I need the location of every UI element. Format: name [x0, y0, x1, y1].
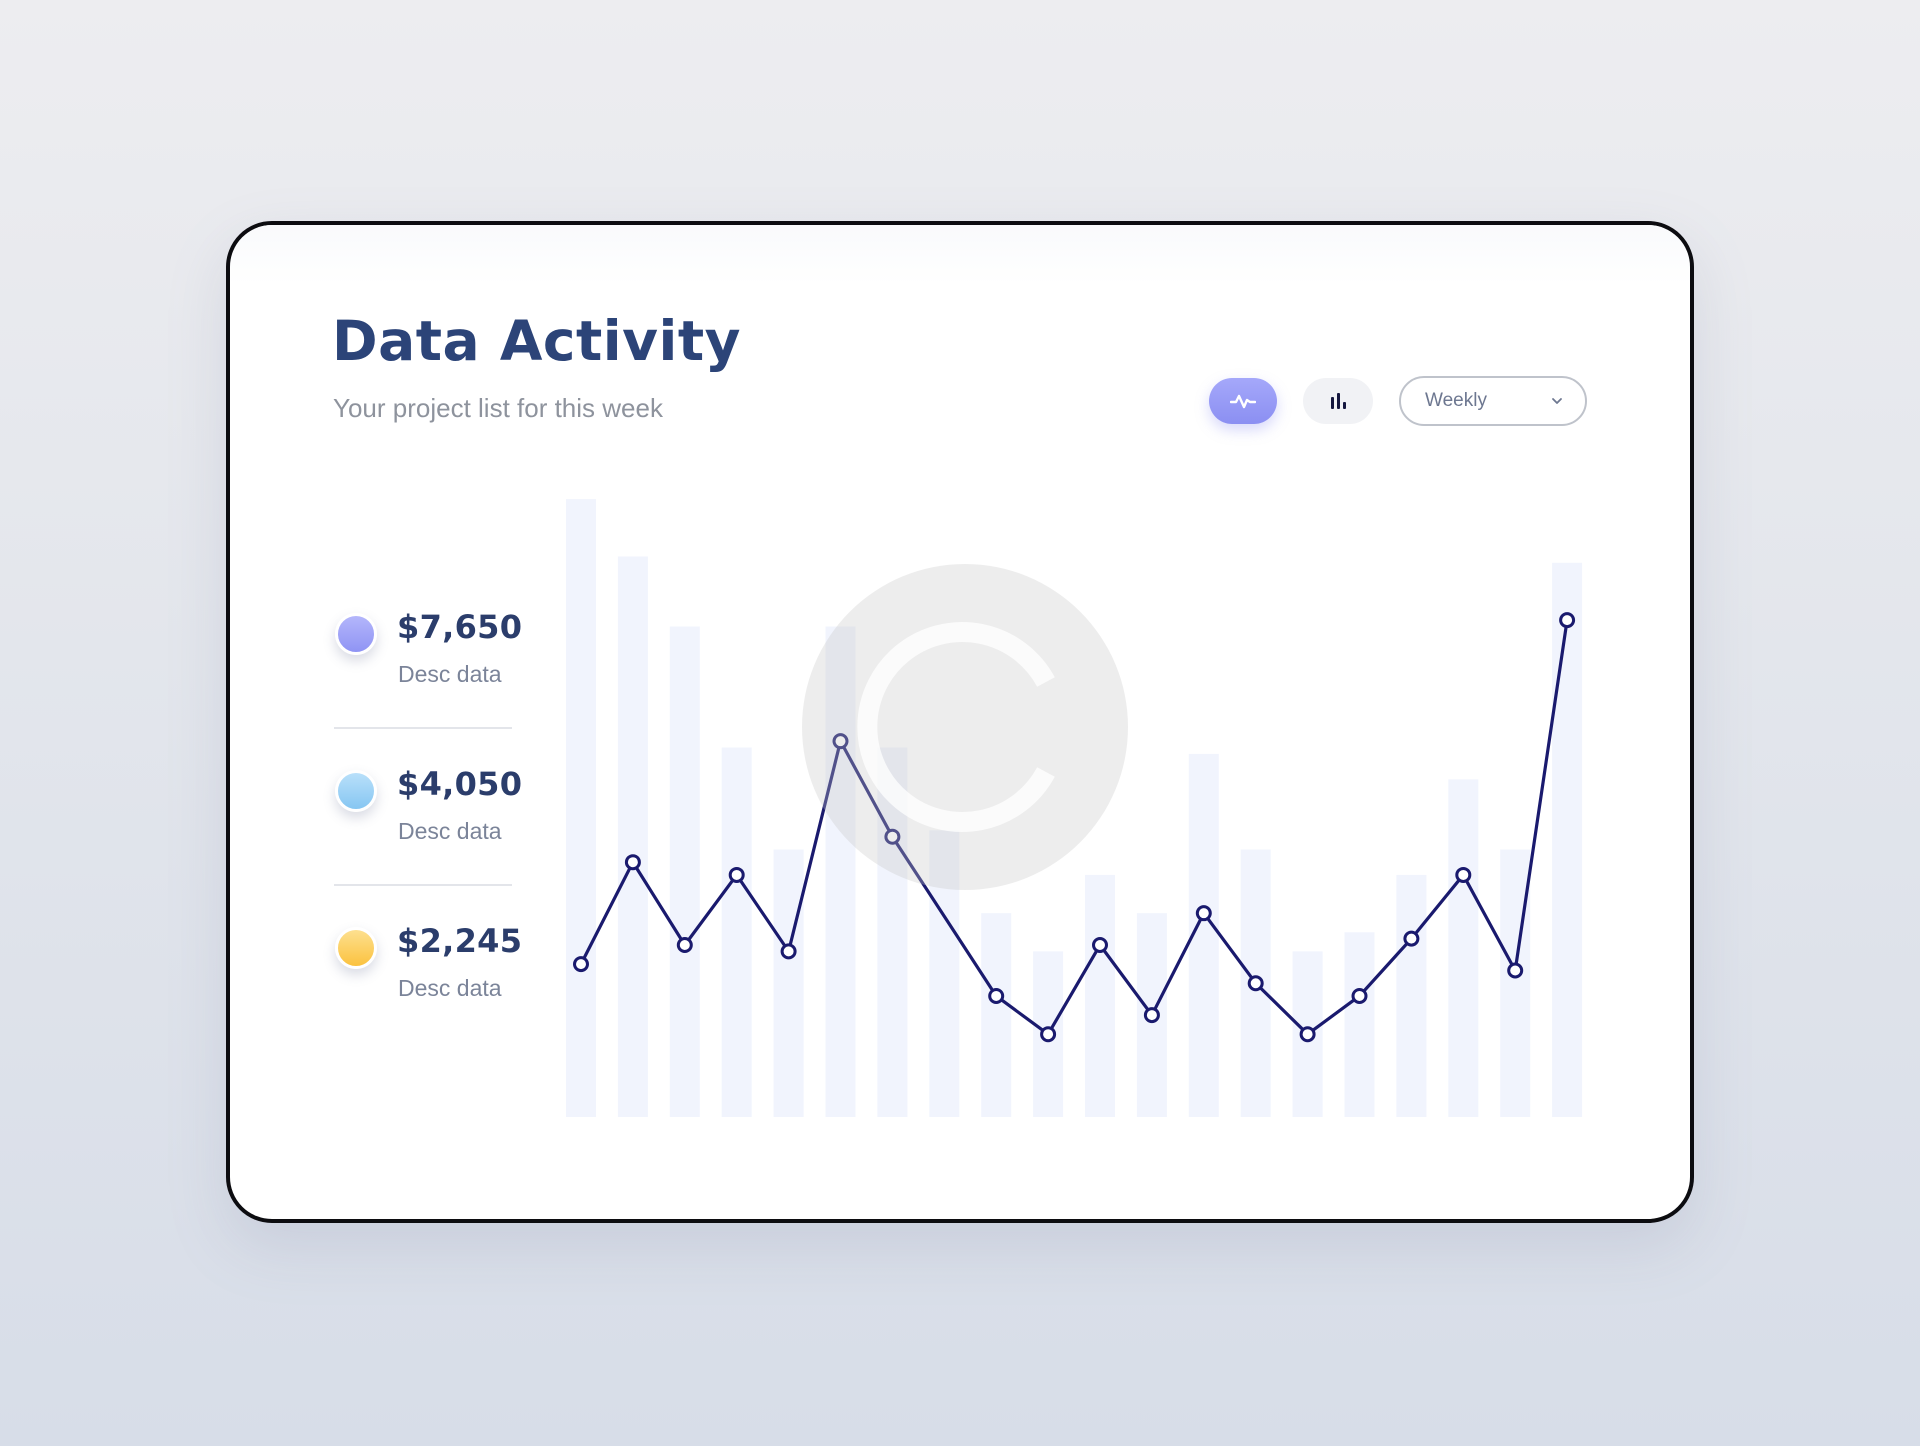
chart-point[interactable]: [780, 943, 797, 960]
chart-bar: [825, 626, 856, 1117]
chart-point[interactable]: [624, 854, 641, 871]
chart-bar: [721, 747, 752, 1117]
chart-bar: [1448, 779, 1479, 1117]
chart-point[interactable]: [1299, 1026, 1316, 1043]
chart-point[interactable]: [1040, 1026, 1057, 1043]
chart-point[interactable]: [1507, 962, 1524, 979]
chart-point[interactable]: [884, 828, 901, 845]
chart-bar: [981, 913, 1012, 1117]
chart-bar: [773, 849, 804, 1117]
chart-bar: [1552, 562, 1583, 1117]
chart-bar: [877, 747, 908, 1117]
chart-bar: [1085, 874, 1115, 1117]
chart-bar: [566, 499, 596, 1117]
chart-point[interactable]: [1559, 612, 1576, 629]
chart-bar: [617, 556, 648, 1117]
chart-point[interactable]: [832, 733, 849, 750]
chart-bar: [929, 830, 960, 1117]
chart-point[interactable]: [573, 956, 589, 973]
chart-point[interactable]: [728, 866, 745, 883]
chart-point[interactable]: [1351, 987, 1368, 1004]
chart-point[interactable]: [1092, 937, 1108, 954]
chart-point[interactable]: [1143, 1007, 1160, 1024]
chart-bar: [1344, 932, 1375, 1117]
chart-point[interactable]: [1455, 866, 1472, 883]
chart-bar: [669, 626, 700, 1117]
chart-point[interactable]: [1247, 975, 1264, 992]
chart-point[interactable]: [1403, 930, 1420, 947]
activity-chart: [566, 499, 1583, 1117]
bars-layer: [566, 499, 1583, 1117]
data-activity-card: Data Activity Your project list for this…: [226, 221, 1694, 1223]
chart-point[interactable]: [988, 987, 1005, 1004]
chart-bar: [1396, 874, 1427, 1117]
chart-point[interactable]: [1195, 905, 1212, 922]
chart-point[interactable]: [676, 937, 693, 954]
